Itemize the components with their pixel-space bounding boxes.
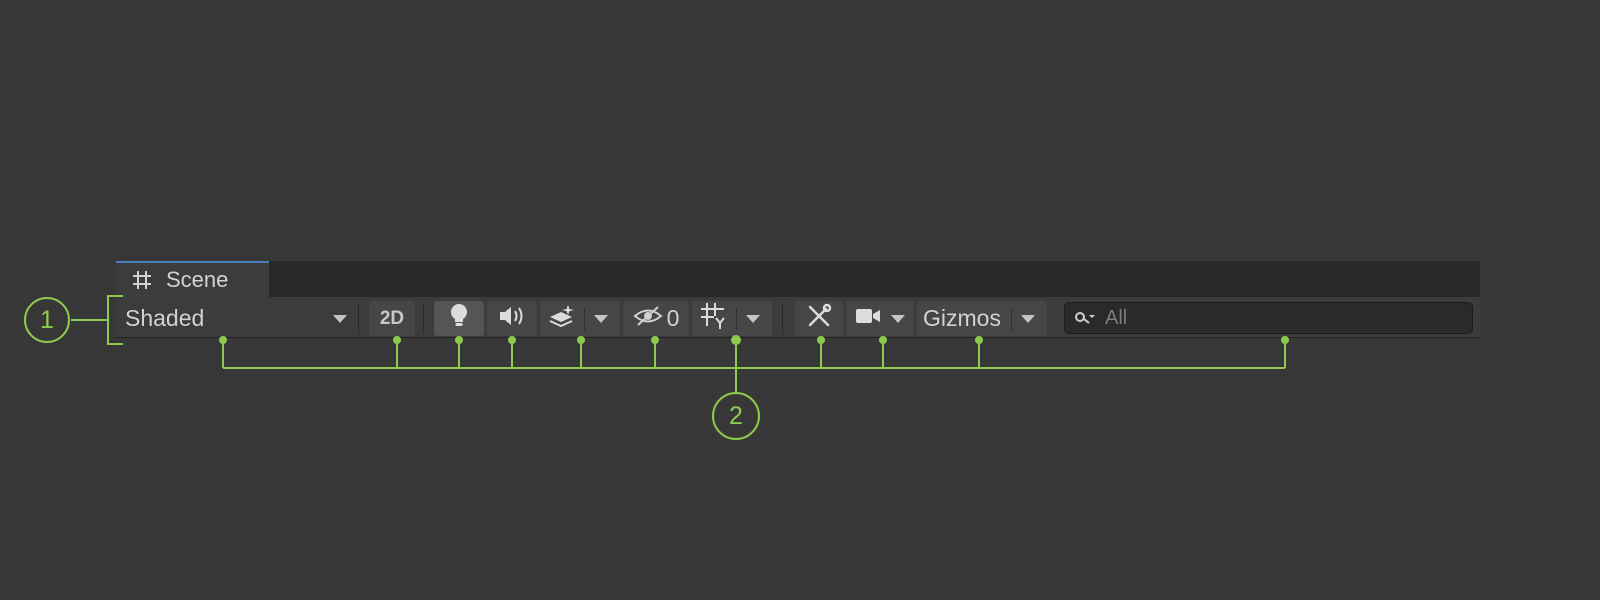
callout-2: 2: [712, 392, 760, 440]
callout-1: 1: [24, 297, 70, 343]
callout-lines: [71, 295, 1289, 392]
